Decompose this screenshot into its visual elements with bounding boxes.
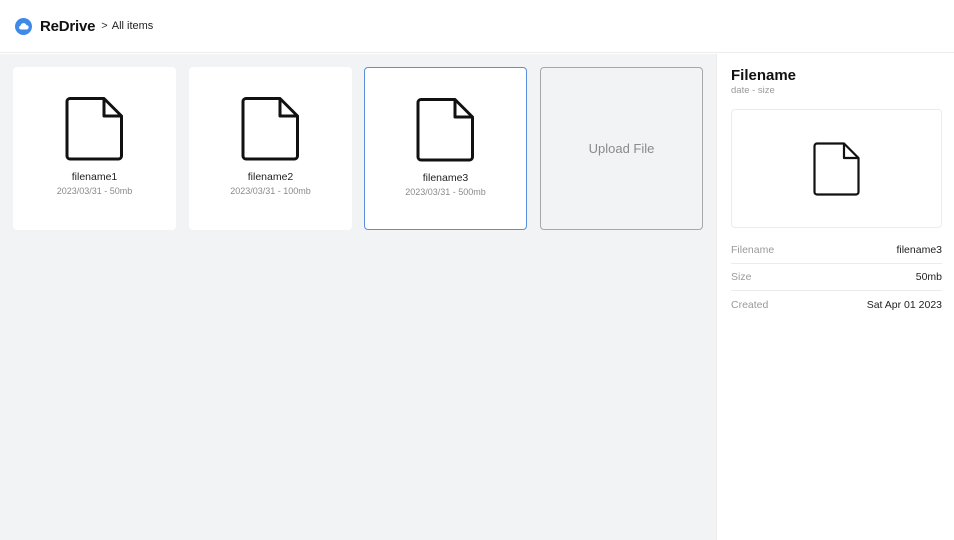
property-key: Filename <box>731 244 775 256</box>
top-bar: ReDrive > All items <box>0 0 954 53</box>
file-meta: 2023/03/31 - 100mb <box>230 186 311 196</box>
file-meta: 2023/03/31 - 50mb <box>56 186 133 196</box>
property-row-size: Size 50mb <box>731 264 942 291</box>
property-value: filename3 <box>896 244 942 256</box>
file-icon <box>416 98 474 162</box>
file-name: filename3 <box>422 172 469 184</box>
file-name: filename1 <box>71 171 118 183</box>
details-panel: Filename date - size Filename filename3 … <box>716 54 954 540</box>
upload-file-button[interactable]: Upload File <box>540 67 703 230</box>
file-icon <box>812 141 860 196</box>
property-value: Sat Apr 01 2023 <box>866 298 942 311</box>
brand-logo-text[interactable]: ReDrive <box>40 18 95 35</box>
cloud-icon <box>15 17 32 35</box>
property-key: Size <box>731 271 752 283</box>
property-key: Created <box>731 298 769 311</box>
breadcrumb-all-items[interactable]: All items <box>112 20 154 32</box>
upload-file-label: Upload File <box>588 141 655 156</box>
file-preview <box>731 109 942 228</box>
file-meta: 2023/03/31 - 500mb <box>405 187 486 197</box>
property-row-created: Created Sat Apr 01 2023 <box>731 291 942 318</box>
file-icon <box>241 97 299 161</box>
breadcrumb-separator: > <box>101 20 108 32</box>
file-card-filename1[interactable]: filename1 2023/03/31 - 50mb <box>13 67 176 230</box>
details-subtitle: date - size <box>731 85 775 96</box>
file-icon <box>65 97 123 161</box>
file-grid: filename1 2023/03/31 - 50mb filename2 20… <box>0 54 716 540</box>
property-row-filename: Filename filename3 <box>731 237 942 264</box>
file-card-filename2[interactable]: filename2 2023/03/31 - 100mb <box>189 67 352 230</box>
details-title: Filename <box>731 67 797 84</box>
file-name: filename2 <box>247 171 294 183</box>
file-card-filename3[interactable]: filename3 2023/03/31 - 500mb <box>364 67 527 230</box>
property-value: 50mb <box>915 271 942 283</box>
